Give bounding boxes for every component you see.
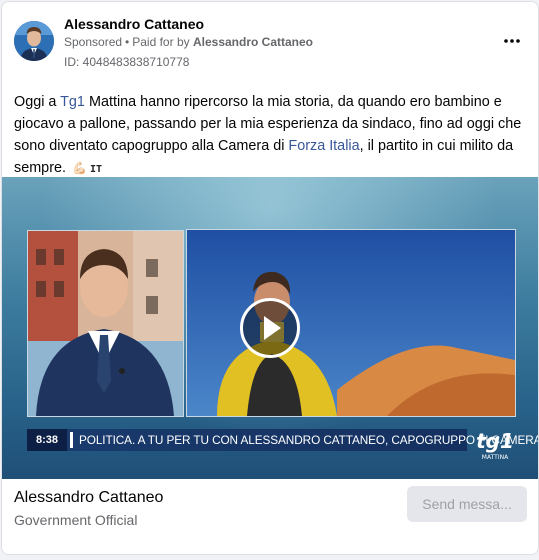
more-horizontal-icon (504, 39, 520, 43)
more-options-button[interactable] (500, 32, 524, 50)
forza-italia-link[interactable]: Forza Italia (288, 138, 359, 154)
post-footer: Alessandro Cattaneo Government Official … (2, 479, 538, 554)
post-text: Oggi a Tg1 Mattina hanno ripercorso la m… (14, 91, 524, 181)
sponsored-line: Sponsored • Paid for by Alessandro Cattane… (64, 35, 313, 49)
tg1-link[interactable]: Tg1 (60, 94, 85, 110)
avatar[interactable] (14, 21, 54, 61)
video-desert-pane (186, 229, 516, 417)
italy-flag-code: IT (89, 164, 102, 175)
footer-page-category: Government Official (14, 512, 138, 528)
tg1-logo-text: tg1 (476, 429, 514, 453)
ticker-separator (70, 432, 73, 448)
send-message-button[interactable]: Send messa... (407, 486, 527, 522)
play-icon (264, 316, 281, 340)
author-name[interactable]: Alessandro Cattaneo (64, 16, 204, 32)
play-button[interactable] (240, 298, 300, 358)
separator-dot: • (125, 35, 130, 49)
tg1-logo-subtext: MATTINA (482, 454, 509, 461)
sponsored-label: Sponsored (64, 35, 123, 49)
ticker-text: POLITICA. A TU PER TU CON ALESSANDRO CAT… (79, 433, 538, 447)
news-ticker: 8:38 POLITICA. A TU PER TU CON ALESSANDR… (27, 429, 538, 451)
post-header: Alessandro Cattaneo Sponsored • Paid for b… (2, 2, 538, 82)
video-interview-pane (27, 230, 184, 417)
post-text-part: Oggi a (14, 94, 61, 110)
ticker-time: 8:38 (27, 429, 67, 451)
paid-for-name: Alessandro Cattaneo (192, 35, 313, 49)
footer-page-name[interactable]: Alessandro Cattaneo (14, 489, 163, 507)
ad-id: ID: 4048483838710778 (64, 55, 190, 69)
ad-post-card: Alessandro Cattaneo Sponsored • Paid for b… (1, 1, 539, 555)
tg1-logo: tg1 MATTINA (472, 426, 518, 462)
video-player[interactable]: 8:38 POLITICA. A TU PER TU CON ALESSANDR… (2, 177, 538, 479)
paid-for-prefix: Paid for by (132, 35, 190, 49)
flexed-biceps-emoji: 💪🏻 (71, 161, 87, 175)
